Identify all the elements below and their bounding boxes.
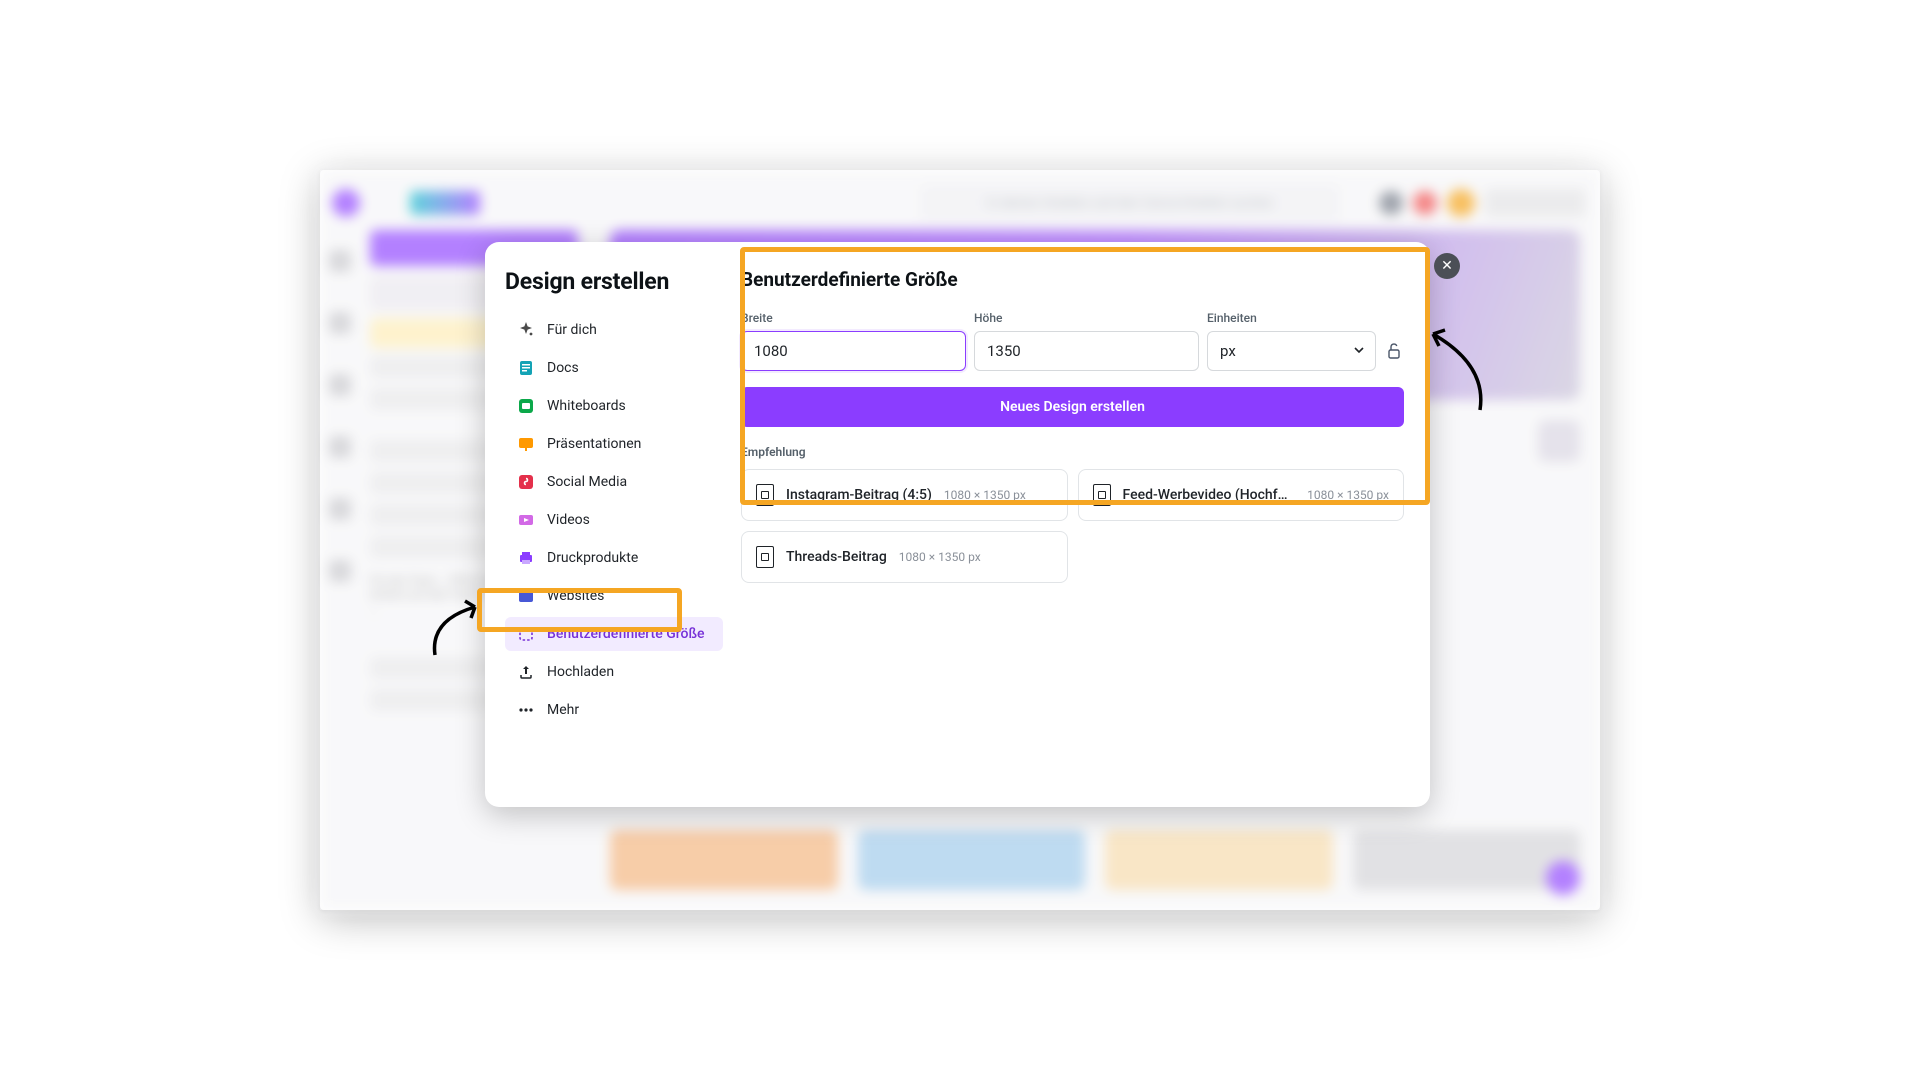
rec-title: Feed-Werbevideo (Hochform…	[1123, 487, 1296, 503]
nav-label: Mehr	[547, 702, 579, 718]
template-icon	[756, 546, 774, 568]
nav-label: Für dich	[547, 322, 597, 338]
nav-whiteboards[interactable]: Whiteboards	[505, 389, 723, 423]
rec-dim: 1080 × 1350 px	[1307, 488, 1389, 502]
rec-dim: 1080 × 1350 px	[944, 488, 1026, 502]
nav-label: Hochladen	[547, 664, 614, 680]
nav-label: Druckprodukte	[547, 550, 638, 566]
template-icon	[756, 484, 774, 506]
recommend-grid: Instagram-Beitrag (4:5) 1080 × 1350 px F…	[741, 469, 1404, 583]
create-design-modal: Design erstellen Für dich Docs Whiteboar…	[485, 242, 1430, 807]
sparkle-icon	[517, 321, 535, 339]
rec-title: Threads-Beitrag	[786, 549, 887, 565]
nav-websites[interactable]: Websites	[505, 579, 723, 613]
nav-print[interactable]: Druckprodukte	[505, 541, 723, 575]
height-label: Höhe	[974, 311, 1199, 325]
modal-main: Benutzerdefinierte Größe Breite Höhe Ein…	[735, 242, 1430, 807]
nav-custom-size[interactable]: Benutzerdefinierte Größe	[505, 617, 723, 651]
social-icon	[517, 473, 535, 491]
custom-size-heading: Benutzerdefinierte Größe	[741, 268, 1404, 291]
print-icon	[517, 549, 535, 567]
more-icon	[517, 701, 535, 719]
website-icon	[517, 587, 535, 605]
nav-label: Whiteboards	[547, 398, 626, 414]
nav-label: Benutzerdefinierte Größe	[547, 626, 705, 642]
height-input[interactable]	[974, 331, 1199, 371]
close-icon: ✕	[1441, 258, 1453, 274]
nav-label: Videos	[547, 512, 590, 528]
modal-title: Design erstellen	[505, 268, 735, 295]
units-value: px	[1220, 342, 1236, 360]
rec-threads-post[interactable]: Threads-Beitrag 1080 × 1350 px	[741, 531, 1068, 583]
nav-label: Websites	[547, 588, 604, 604]
rec-feed-video[interactable]: Feed-Werbevideo (Hochform… 1080 × 1350 p…	[1078, 469, 1405, 521]
nav-docs[interactable]: Docs	[505, 351, 723, 385]
nav-more[interactable]: Mehr	[505, 693, 723, 727]
nav-videos[interactable]: Videos	[505, 503, 723, 537]
recommend-label: Empfehlung	[741, 445, 1404, 459]
rec-title: Instagram-Beitrag (4:5)	[786, 487, 932, 503]
lock-open-icon	[1387, 343, 1401, 359]
docs-icon	[517, 359, 535, 377]
nav-label: Social Media	[547, 474, 627, 490]
width-label: Breite	[741, 311, 966, 325]
video-icon	[517, 511, 535, 529]
create-design-button[interactable]: Neues Design erstellen	[741, 387, 1404, 427]
nav-social-media[interactable]: Social Media	[505, 465, 723, 499]
rec-dim: 1080 × 1350 px	[899, 550, 981, 564]
whiteboard-icon	[517, 397, 535, 415]
close-button[interactable]: ✕	[1434, 253, 1460, 279]
nav-label: Docs	[547, 360, 579, 376]
units-select[interactable]: px	[1207, 331, 1376, 371]
upload-icon	[517, 663, 535, 681]
nav-presentations[interactable]: Präsentationen	[505, 427, 723, 461]
screenshot-frame: In deinen Inhalten und den Canva-Inhalte…	[320, 170, 1600, 910]
template-icon	[1093, 484, 1111, 506]
nav-for-you[interactable]: Für dich	[505, 313, 723, 347]
chevron-down-icon	[1353, 342, 1365, 360]
lock-aspect-button[interactable]	[1384, 331, 1404, 371]
presentation-icon	[517, 435, 535, 453]
nav-upload[interactable]: Hochladen	[505, 655, 723, 689]
width-input[interactable]	[741, 331, 966, 371]
rec-instagram-post[interactable]: Instagram-Beitrag (4:5) 1080 × 1350 px	[741, 469, 1068, 521]
nav-label: Präsentationen	[547, 436, 641, 452]
modal-sidebar: Design erstellen Für dich Docs Whiteboar…	[485, 242, 735, 807]
custom-size-icon	[517, 625, 535, 643]
units-label: Einheiten	[1207, 311, 1376, 325]
